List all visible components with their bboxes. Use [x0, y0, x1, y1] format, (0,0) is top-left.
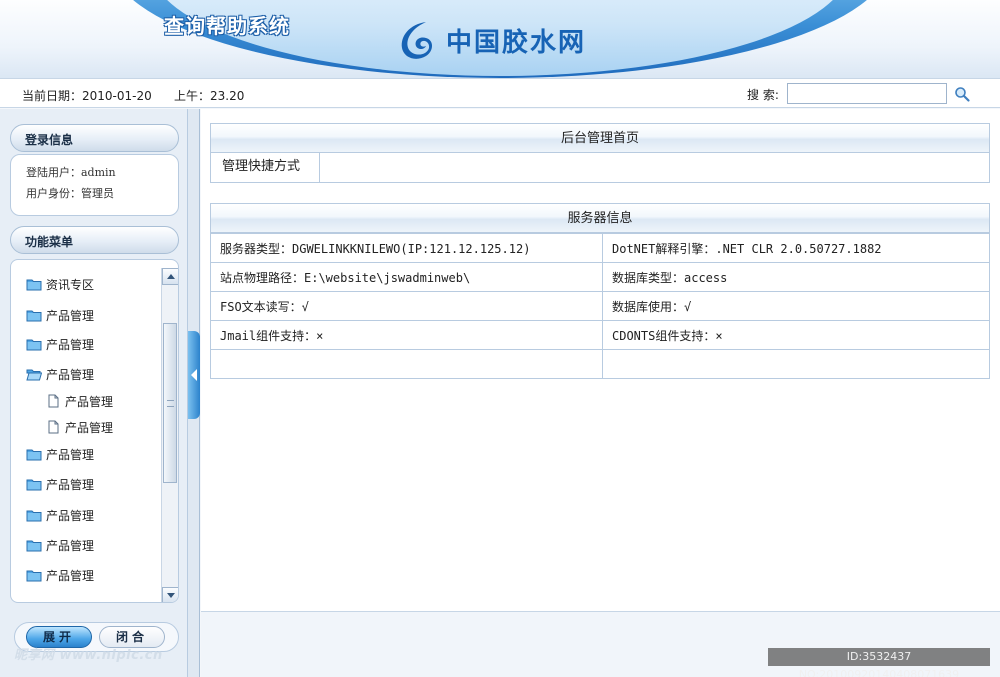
menu-item[interactable]: 产品管理 — [26, 444, 94, 464]
menu-item[interactable]: 产品管理 — [26, 334, 94, 354]
login-role-row: 用户身份：管理员 — [26, 185, 178, 206]
table-cell: 数据库使用：√ — [602, 291, 990, 321]
folder-closed-icon — [26, 508, 42, 522]
menu-item[interactable]: 产品管理 — [26, 505, 94, 525]
login-user-row: 登陆用户：admin — [26, 164, 178, 185]
menu-item-label: 产品管理 — [46, 538, 95, 553]
menu-item-label: 产品管理 — [46, 367, 95, 382]
menu-item[interactable]: 产品管理 — [26, 474, 94, 494]
table-cell: CDONTS组件支持：× — [602, 320, 990, 350]
brand-name: 中国胶水网 — [446, 27, 587, 58]
menu-item[interactable]: 产品管理 — [26, 565, 94, 585]
table-row: 服务器类型：DGWELINKKNILEWO(IP:121.12.125.12) D… — [210, 233, 990, 263]
menu-item-label: 产品管理 — [65, 420, 114, 435]
collapse-sidebar-handle[interactable] — [188, 331, 200, 419]
folder-closed-icon — [26, 447, 42, 461]
document-icon — [45, 394, 61, 408]
menu-list: 资讯专区 产品管理 产品管理 产品管理 产品管理 产品管理 产品管理 产品管理 产品管理 产品管理… — [11, 260, 161, 602]
login-panel-title: 登录信息 — [25, 133, 74, 147]
search-label: 搜 索: — [747, 88, 779, 102]
login-panel-header: 登录信息 — [10, 124, 179, 152]
menu-panel-header: 功能菜单 — [10, 226, 179, 254]
menu-item-label: 产品管理 — [46, 508, 95, 523]
menu-item[interactable]: 产品管理 — [26, 305, 94, 325]
folder-closed-icon — [26, 568, 42, 582]
menu-item-label: 产品管理 — [46, 447, 95, 462]
table-cell: 站点物理路径：E:\website\jswadminweb\ — [210, 262, 603, 292]
current-date: 当前日期：2010-01-20 — [22, 89, 152, 103]
server-info-table: 服务器类型：DGWELINKKNILEWO(IP:121.12.125.12) D… — [210, 233, 990, 379]
folder-closed-icon — [26, 277, 42, 291]
menu-item-label: 资讯专区 — [46, 277, 95, 292]
scroll-down-button[interactable] — [162, 587, 178, 602]
menu-item[interactable]: 产品管理 — [45, 391, 113, 411]
menu-item-label: 产品管理 — [46, 568, 95, 583]
header-banner: 查询帮助系统 中国胶水网 — [0, 0, 1000, 78]
folder-closed-icon — [26, 477, 42, 491]
login-role-value: 管理员 — [81, 187, 114, 200]
menu-scrollbar[interactable] — [161, 268, 178, 602]
menu-item[interactable]: 产品管理 — [45, 417, 113, 437]
table-cell: DotNET解释引擎：.NET CLR 2.0.50727.1882 — [602, 233, 990, 263]
function-menu: 资讯专区 产品管理 产品管理 产品管理 产品管理 产品管理 产品管理 产品管理 产品管理 产品管理… — [10, 259, 179, 603]
table-cell — [210, 349, 603, 379]
quick-links-row: 管理快捷方式 — [210, 153, 990, 183]
quick-links-label: 管理快捷方式 — [211, 153, 320, 182]
system-title: 查询帮助系统 — [164, 14, 290, 38]
document-icon — [45, 420, 61, 434]
menu-item-label: 产品管理 — [65, 394, 114, 409]
menu-panel-title: 功能菜单 — [25, 235, 74, 249]
menu-item-label: 产品管理 — [46, 308, 95, 323]
sidebar-splitter — [188, 109, 200, 677]
scroll-up-button[interactable] — [162, 268, 178, 285]
current-time: 上午：23.20 — [174, 89, 245, 103]
table-cell — [602, 349, 990, 379]
login-user-value: admin — [81, 166, 116, 179]
brand-swirl-icon — [401, 22, 432, 59]
table-row: Jmail组件支持：× CDONTS组件支持：× — [210, 320, 990, 350]
main-content: 后台管理首页 管理快捷方式 服务器信息 服务器类型：DGWELINKKNILEW… — [201, 109, 1000, 611]
left-sidebar: 登录信息 登陆用户：admin 用户身份：管理员 功能菜单 资讯专区 产品管理 产品… — [0, 109, 188, 677]
menu-item[interactable]: 资讯专区 — [26, 274, 94, 294]
table-row: FSO文本读写：√ 数据库使用：√ — [210, 291, 990, 321]
folder-closed-icon — [26, 337, 42, 351]
menu-item-label: 产品管理 — [46, 477, 95, 492]
table-cell: Jmail组件支持：× — [210, 320, 603, 350]
menu-item-label: 产品管理 — [46, 337, 95, 352]
image-id-label: ID:3532437 NO:20100920140408071639 — [768, 648, 990, 677]
login-user-label: 登陆用户： — [26, 166, 81, 179]
watermark-text: 昵享网 www.nipic.cn — [14, 648, 163, 663]
table-row — [210, 349, 990, 379]
brand-logo-group: 中国胶水网 — [396, 18, 586, 62]
folder-open-icon — [26, 367, 43, 381]
table-cell: 数据库类型：access — [602, 262, 990, 292]
folder-closed-icon — [26, 538, 42, 552]
scroll-thumb[interactable] — [163, 323, 177, 483]
search-icon[interactable] — [953, 85, 971, 103]
folder-closed-icon — [26, 308, 42, 322]
table-cell: FSO文本读写：√ — [210, 291, 603, 321]
server-section-header: 服务器信息 — [210, 203, 990, 233]
search-input[interactable] — [787, 83, 947, 104]
login-info-box: 登陆用户：admin 用户身份：管理员 — [10, 154, 179, 216]
login-role-label: 用户身份： — [26, 187, 81, 200]
info-bar: 当前日期：2010-01-20 上午：23.20 搜 索: — [0, 78, 1000, 108]
menu-item[interactable]: 产品管理 — [26, 535, 94, 555]
home-section-header: 后台管理首页 — [210, 123, 990, 153]
table-cell: 服务器类型：DGWELINKKNILEWO(IP:121.12.125.12) — [210, 233, 603, 263]
table-row: 站点物理路径：E:\website\jswadminweb\ 数据库类型：acce… — [210, 262, 990, 292]
menu-item[interactable]: 产品管理 — [26, 364, 94, 384]
